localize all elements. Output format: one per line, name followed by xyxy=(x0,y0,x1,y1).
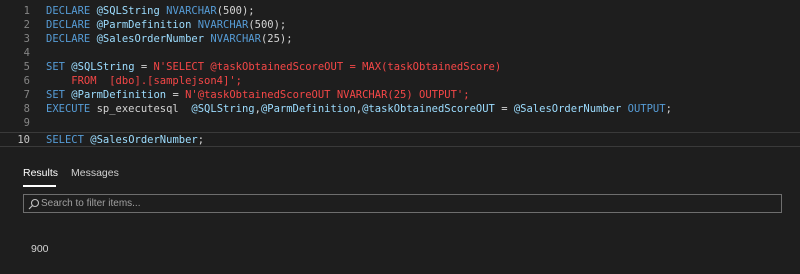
code-token: FROM [dbo].[samplejson4]'; xyxy=(46,75,242,87)
line-number: 7 xyxy=(23,89,30,101)
code-token: EXECUTE xyxy=(46,103,97,115)
line-number: 1 xyxy=(23,5,30,17)
search-icon xyxy=(28,198,40,210)
code-token: @ParmDefinition xyxy=(71,89,173,101)
code-token: N'@taskObtainedScoreOUT NVARCHAR(25) OUT… xyxy=(185,89,470,101)
code-text: SET @SQLString = N'SELECT @taskObtainedS… xyxy=(46,60,501,74)
code-token: sp_executesql xyxy=(96,103,192,115)
code-token: SELECT xyxy=(46,134,91,146)
code-line-2[interactable]: 2 DECLARE @ParmDefinition NVARCHAR(500); xyxy=(0,18,800,32)
code-text: DECLARE @SalesOrderNumber NVARCHAR(25); xyxy=(46,32,293,46)
code-line-10[interactable]: 10 SELECT @SalesOrderNumber; xyxy=(0,132,800,147)
tab-results[interactable]: Results xyxy=(23,167,58,179)
code-token: SET xyxy=(46,61,72,73)
code-token: @ParmDefinition xyxy=(96,19,198,31)
code-token: @SalesOrderNumber xyxy=(90,134,198,146)
code-line-7[interactable]: 7 SET @ParmDefinition = N'@taskObtainedSc… xyxy=(0,88,800,102)
code-line-4[interactable]: 4 xyxy=(0,46,800,60)
code-token: @SQLString xyxy=(71,61,141,73)
code-token: DECLARE xyxy=(46,33,97,45)
code-token: ; xyxy=(665,103,672,115)
filter-placeholder: Search to filter items... xyxy=(41,198,141,209)
results-pane: Results Messages Search to filter items.… xyxy=(0,147,800,274)
code-line-6[interactable]: 6 FROM [dbo].[samplejson4]'; xyxy=(0,74,800,88)
code-token: (500); xyxy=(248,19,287,31)
code-line-8[interactable]: 8 EXECUTE sp_executesql @SQLString,@ParmD… xyxy=(0,102,800,116)
line-number: 4 xyxy=(23,47,30,59)
line-number: 10 xyxy=(17,134,30,146)
code-text: EXECUTE sp_executesql @SQLString,@ParmDe… xyxy=(46,102,672,116)
code-line-9[interactable]: 9 xyxy=(0,116,800,130)
result-cell[interactable]: 900 xyxy=(31,243,49,255)
code-text: DECLARE @SQLString NVARCHAR(500); xyxy=(46,4,255,18)
code-text: SET @ParmDefinition = N'@taskObtainedSco… xyxy=(46,88,470,102)
code-token: DECLARE xyxy=(46,19,97,31)
code-token: OUTPUT xyxy=(627,103,666,115)
code-token: NVARCHAR xyxy=(197,19,249,31)
line-number: 9 xyxy=(23,117,30,129)
code-line-5[interactable]: 5 SET @SQLString = N'SELECT @taskObtained… xyxy=(0,60,800,74)
code-token: @taskObtainedScoreOUT xyxy=(362,103,502,115)
line-number: 2 xyxy=(23,19,30,31)
code-token: NVARCHAR xyxy=(210,33,261,45)
code-token: (25); xyxy=(260,33,293,45)
code-token: ; xyxy=(197,134,205,146)
sql-editor[interactable]: 1 DECLARE @SQLString NVARCHAR(500); 2 DECLA… xyxy=(0,0,800,147)
code-token: @SQLString xyxy=(96,5,167,17)
tab-messages[interactable]: Messages xyxy=(71,167,119,179)
line-number: 6 xyxy=(23,75,30,87)
filter-input[interactable]: Search to filter items... xyxy=(23,194,782,213)
code-token: NVARCHAR xyxy=(166,5,217,17)
code-line-3[interactable]: 3 DECLARE @SalesOrderNumber NVARCHAR(25); xyxy=(0,32,800,46)
code-text: DECLARE @ParmDefinition NVARCHAR(500); xyxy=(46,18,286,32)
code-text: SELECT @SalesOrderNumber; xyxy=(46,133,204,147)
code-line-1[interactable]: 1 DECLARE @SQLString NVARCHAR(500); xyxy=(0,4,800,18)
code-token: @SalesOrderNumber xyxy=(513,103,628,115)
code-token: (500); xyxy=(216,5,255,17)
code-token: = xyxy=(172,89,186,101)
code-token: @SQLString xyxy=(191,103,255,115)
line-number: 5 xyxy=(23,61,30,73)
active-tab-indicator xyxy=(23,185,56,187)
code-token: = xyxy=(501,103,514,115)
code-token: = xyxy=(140,61,154,73)
line-number: 3 xyxy=(23,33,30,45)
line-number: 8 xyxy=(23,103,30,115)
code-token: @SalesOrderNumber xyxy=(96,33,211,45)
code-token: SET xyxy=(46,89,72,101)
code-token: N'SELECT @taskObtainedScoreOUT = MAX(tas… xyxy=(153,61,502,73)
code-token: @ParmDefinition xyxy=(260,103,356,115)
code-text: FROM [dbo].[samplejson4]'; xyxy=(46,74,242,88)
code-token: DECLARE xyxy=(46,5,97,17)
